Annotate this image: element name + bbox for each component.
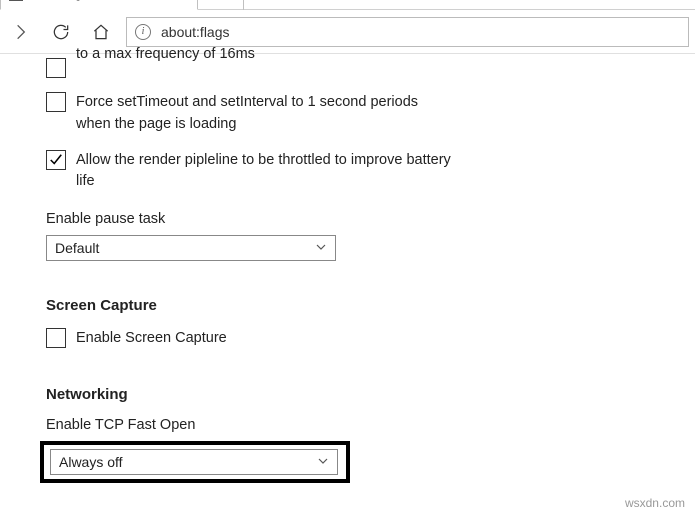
site-info-icon[interactable]: i — [135, 24, 151, 40]
networking-header: Networking — [46, 386, 649, 403]
pause-task-select[interactable]: Default — [46, 235, 336, 261]
watermark: wsxdn.com — [625, 496, 685, 510]
enable-screen-capture-label: Enable Screen Capture — [76, 328, 227, 350]
pause-task-label: Enable pause task — [46, 211, 649, 227]
throttle-pipeline-checkbox[interactable] — [46, 150, 66, 170]
home-button[interactable] — [86, 17, 116, 47]
throttle-pipeline-label: Allow the render pipleline to be throttl… — [76, 150, 456, 194]
force-timeout-label: Force setTimeout and setInterval to 1 se… — [76, 92, 456, 136]
tcp-fast-open-highlight: Always off — [40, 441, 350, 483]
tcp-fast-open-label: Enable TCP Fast Open — [46, 417, 649, 433]
tcp-fast-open-select[interactable]: Always off — [50, 449, 338, 475]
tcp-fast-open-value: Always off — [59, 454, 123, 470]
close-tab-icon[interactable]: × — [173, 0, 189, 2]
force-timeout-checkbox[interactable] — [46, 92, 66, 112]
new-tab-button[interactable]: + — [210, 0, 244, 10]
refresh-button[interactable] — [46, 17, 76, 47]
tab-favicon — [9, 0, 23, 1]
chevron-down-icon — [315, 240, 327, 256]
chevron-down-icon — [317, 454, 329, 470]
forward-button[interactable] — [6, 17, 36, 47]
tab-title: about:flags — [29, 0, 88, 1]
browser-tab[interactable]: about:flags × — [0, 0, 198, 10]
address-bar[interactable]: i about:flags — [126, 17, 689, 47]
disable-high-freq-timers-checkbox[interactable] — [46, 58, 66, 78]
address-url: about:flags — [161, 24, 230, 40]
pause-task-value: Default — [55, 240, 99, 256]
screen-capture-header: Screen Capture — [46, 297, 649, 314]
enable-screen-capture-checkbox[interactable] — [46, 328, 66, 348]
disable-high-freq-timers-label: to a max frequency of 16ms — [76, 44, 255, 66]
